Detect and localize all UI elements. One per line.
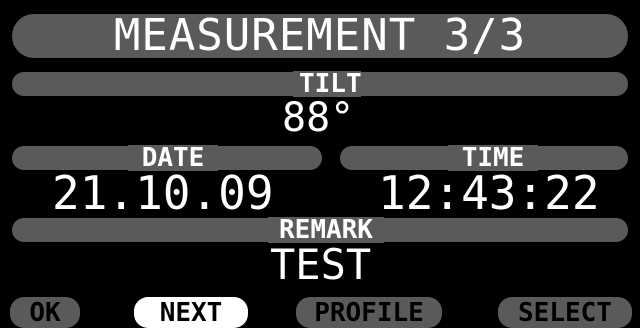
select-softkey[interactable]: SELECT bbox=[498, 297, 632, 328]
screen-title: MEASUREMENT 3/3 bbox=[113, 10, 527, 61]
time-value: 12:43:22 bbox=[378, 166, 600, 220]
tilt-value: 88° bbox=[282, 95, 355, 141]
profile-softkey[interactable]: PROFILE bbox=[296, 297, 442, 328]
remark-value: TEST bbox=[270, 240, 372, 289]
date-value: 21.10.09 bbox=[52, 166, 274, 220]
next-softkey[interactable]: NEXT bbox=[134, 297, 248, 328]
device-screen: MEASUREMENT 3/3 TILT 88° DATE 21.10.09 T… bbox=[0, 0, 640, 328]
ok-softkey[interactable]: OK bbox=[10, 297, 80, 328]
tilt-label: TILT bbox=[293, 71, 362, 97]
title-bar: MEASUREMENT 3/3 bbox=[12, 14, 628, 58]
